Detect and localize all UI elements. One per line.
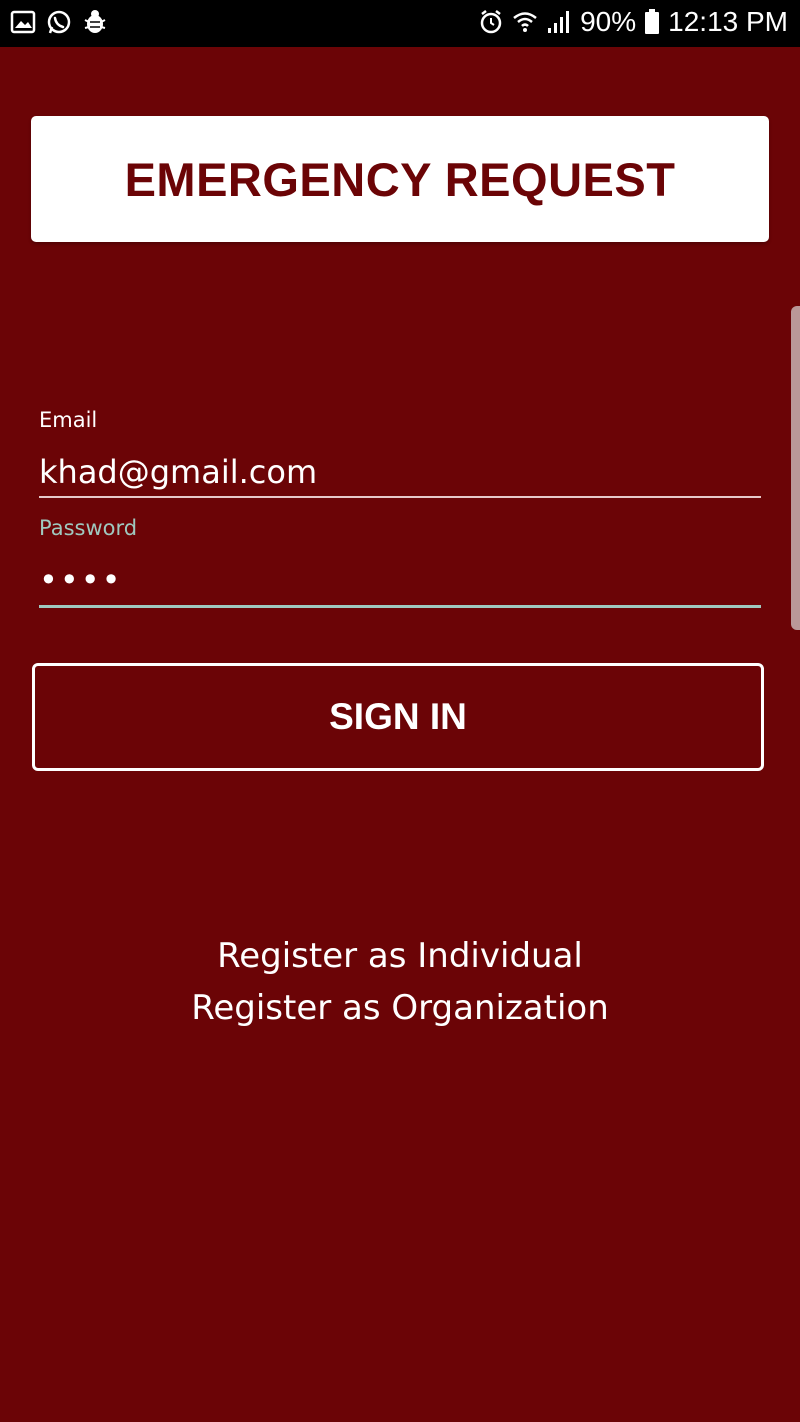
password-field[interactable] [39,558,761,602]
alarm-icon [478,8,504,36]
gallery-icon [10,8,36,36]
email-field[interactable] [39,450,761,494]
sign-in-button[interactable]: SIGN IN [32,663,764,771]
whatsapp-icon [46,8,72,36]
scroll-handle[interactable] [791,306,800,630]
password-underline [39,605,761,608]
register-individual-link[interactable]: Register as Individual [0,936,800,976]
email-underline [39,496,761,498]
email-label: Email [39,408,98,432]
wifi-icon [512,8,538,36]
password-label: Password [39,516,138,540]
status-bar: 90% 12:13 PM [0,0,800,47]
header-card: EMERGENCY REQUEST [31,116,769,242]
clock: 12:13 PM [668,6,788,37]
battery-icon [644,8,660,36]
page-title: EMERGENCY REQUEST [124,152,676,206]
status-bar-right: 90% 12:13 PM [478,6,788,38]
battery-percent: 90% [580,6,637,37]
status-bar-left [10,8,108,36]
register-organization-link[interactable]: Register as Organization [0,988,800,1028]
bug-icon [82,8,108,36]
signal-icon [546,8,572,36]
